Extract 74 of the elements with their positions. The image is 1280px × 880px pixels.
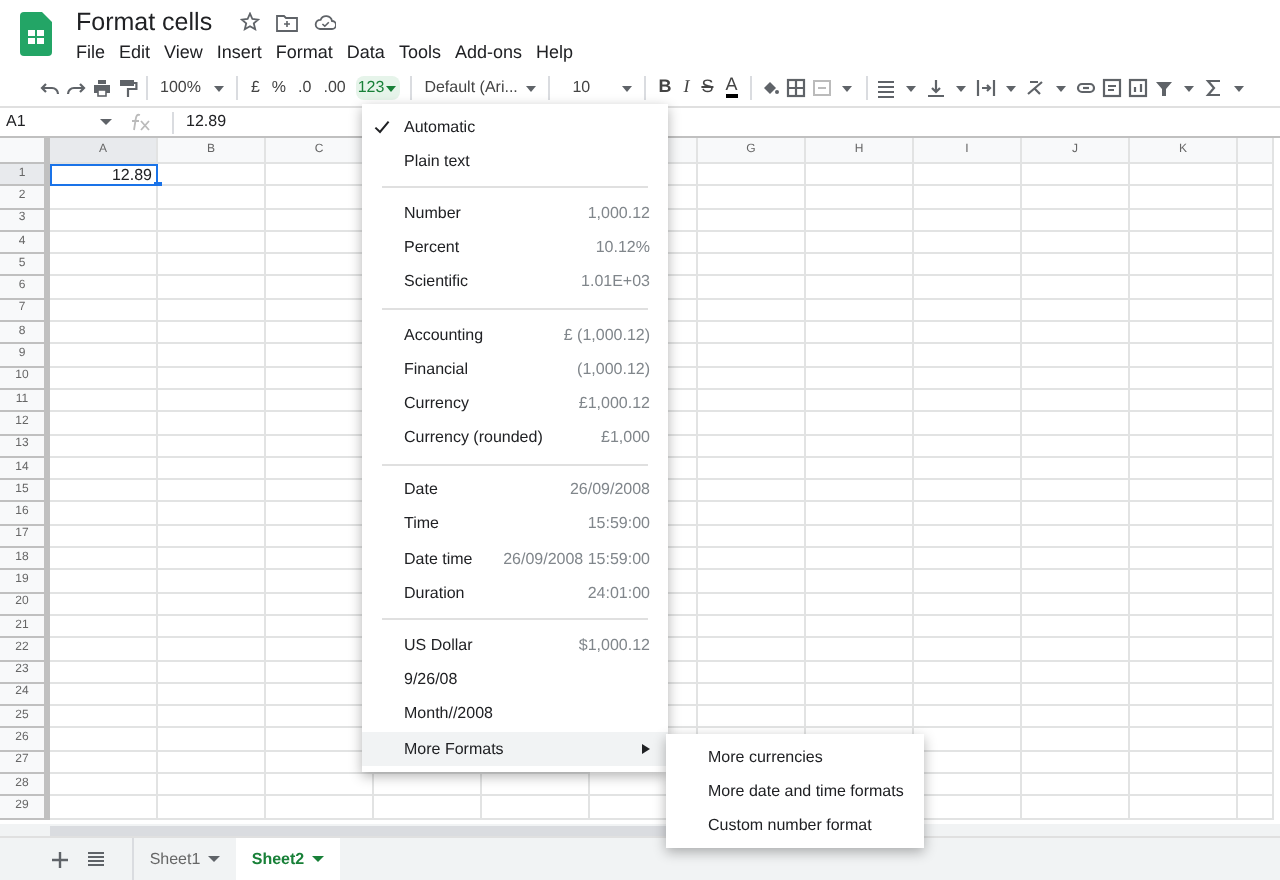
menu-item-label: Time (404, 512, 441, 537)
format-example: 15:59:00 (587, 512, 650, 537)
decrease-decimal-button[interactable]: .0 (298, 75, 312, 99)
menu-item[interactable]: Currency £1,000.12 (362, 386, 668, 421)
font-select[interactable]: Default (Ari... (424, 75, 513, 99)
increase-decimal-button[interactable]: .00 (323, 75, 346, 99)
menu-item[interactable]: More currencies (666, 740, 924, 774)
menu-bar-item[interactable]: View (164, 40, 203, 64)
menu-bar-item[interactable]: Insert (216, 40, 262, 64)
name-box[interactable]: A1 (0, 108, 128, 136)
menu-item-label: Automatic (404, 115, 478, 140)
sheet-tab[interactable]: Sheet2 (236, 838, 340, 880)
menu-item[interactable]: More Formats (362, 732, 668, 767)
format-example: 1.01E+03 (581, 270, 650, 295)
more-formats-button[interactable]: 123 (355, 75, 401, 99)
menu-item-label: Date (404, 478, 440, 503)
format-example: 24:01:00 (587, 581, 650, 606)
text-color-button[interactable]: A (725, 76, 738, 98)
menu-item-label: More Formats (404, 737, 506, 762)
menu-item-label: Percent (404, 236, 462, 261)
menu-item[interactable]: Scientific 1.01E+03 (362, 265, 668, 300)
menu-item[interactable]: More date and time formats (666, 774, 924, 808)
font-size-select[interactable]: 10 (572, 75, 609, 99)
menu-item-label: Scientific (404, 270, 471, 295)
format-example: (1,000.12) (577, 357, 650, 382)
format-example: 26/09/2008 15:59:00 (503, 547, 650, 572)
menu-item-label: Plain text (404, 149, 472, 174)
menu-item-label: Financial (404, 357, 471, 382)
menu-item-label: Date time (404, 547, 475, 572)
menu-item[interactable]: Currency (rounded) £1,000 (362, 421, 668, 456)
menu-item-label: Currency (rounded) (404, 426, 545, 451)
bold-button[interactable]: B (658, 73, 672, 101)
menu-bar-item[interactable]: Data (346, 40, 385, 64)
menu-bar-item[interactable]: Help (535, 40, 573, 64)
menu-item-label: 9/26/08 (404, 668, 460, 693)
menu-item[interactable]: Duration 24:01:00 (362, 576, 668, 611)
italic-button[interactable]: I (683, 73, 690, 101)
menu-item[interactable]: Accounting £ (1,000.12) (362, 317, 668, 353)
menu-item[interactable]: 9/26/08 (362, 663, 668, 698)
menu-item[interactable]: Percent 10.12% (362, 231, 668, 266)
menu-bar-item[interactable]: File (76, 40, 106, 64)
menu-item-label: Number (404, 201, 463, 226)
format-example: 10.12% (595, 236, 650, 261)
zoom-select[interactable]: 100% (160, 75, 201, 99)
menu-item-label: US Dollar (404, 634, 475, 659)
menu-item[interactable]: US Dollar $1,000.12 (362, 628, 668, 664)
strikethrough-button[interactable]: S (701, 73, 714, 101)
format-example: $1,000.12 (578, 634, 650, 659)
format-example: £ (1,000.12) (563, 323, 650, 348)
menu-item[interactable]: Time 15:59:00 (362, 507, 668, 543)
menu-bar-item[interactable]: Format (275, 40, 333, 64)
menu-item-label: Accounting (404, 323, 486, 348)
menu-bar-item[interactable]: Add-ons (454, 40, 522, 64)
menu-bar-item[interactable]: Edit (119, 40, 151, 64)
format-example: 1,000.12 (587, 201, 650, 226)
cell-reference: A1 (6, 110, 26, 134)
format-example: 26/09/2008 (569, 478, 650, 503)
percent-button[interactable]: % (271, 75, 287, 99)
format-example: £1,000.12 (578, 391, 650, 416)
selected-cell[interactable]: 12.89 (50, 164, 158, 187)
format-example: £1,000 (601, 426, 650, 451)
menu-item[interactable]: Custom number format (666, 808, 924, 842)
document-title[interactable]: Format cells (76, 6, 213, 38)
menu-item[interactable]: Number 1,000.12 (362, 196, 668, 232)
menu-item-label: Month//2008 (404, 702, 495, 727)
menu-item[interactable]: Financial (1,000.12) (362, 352, 668, 387)
formula-field[interactable]: 12.89 (186, 110, 227, 134)
menu-item[interactable]: Date time 26/09/2008 15:59:00 (362, 542, 668, 577)
menu-item[interactable]: Month//2008 (362, 697, 668, 732)
menu-item-label: Duration (404, 581, 467, 606)
menu-item[interactable]: Date 26/09/2008 (362, 473, 668, 508)
currency-button[interactable]: £ (250, 75, 260, 99)
menu-item-label: Currency (404, 391, 471, 416)
menu-bar-item[interactable]: Tools (398, 40, 441, 64)
